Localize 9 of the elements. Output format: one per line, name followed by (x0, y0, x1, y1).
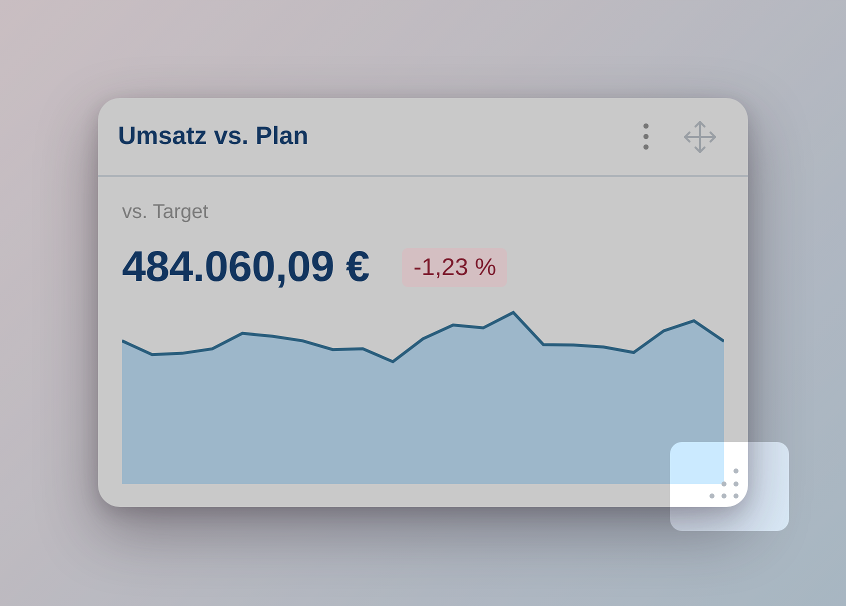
move-arrows-icon (682, 118, 718, 154)
widget-title: Umsatz vs. Plan (118, 122, 308, 151)
more-options-button[interactable] (643, 123, 649, 150)
kebab-menu-icon (643, 123, 649, 150)
subtitle-label: vs. Target (122, 200, 208, 224)
resize-grip-icon[interactable] (709, 468, 740, 499)
change-badge: -1,23 % (402, 248, 508, 286)
move-button[interactable] (682, 118, 718, 154)
revenue-value: 484.060,09 € (122, 246, 370, 288)
